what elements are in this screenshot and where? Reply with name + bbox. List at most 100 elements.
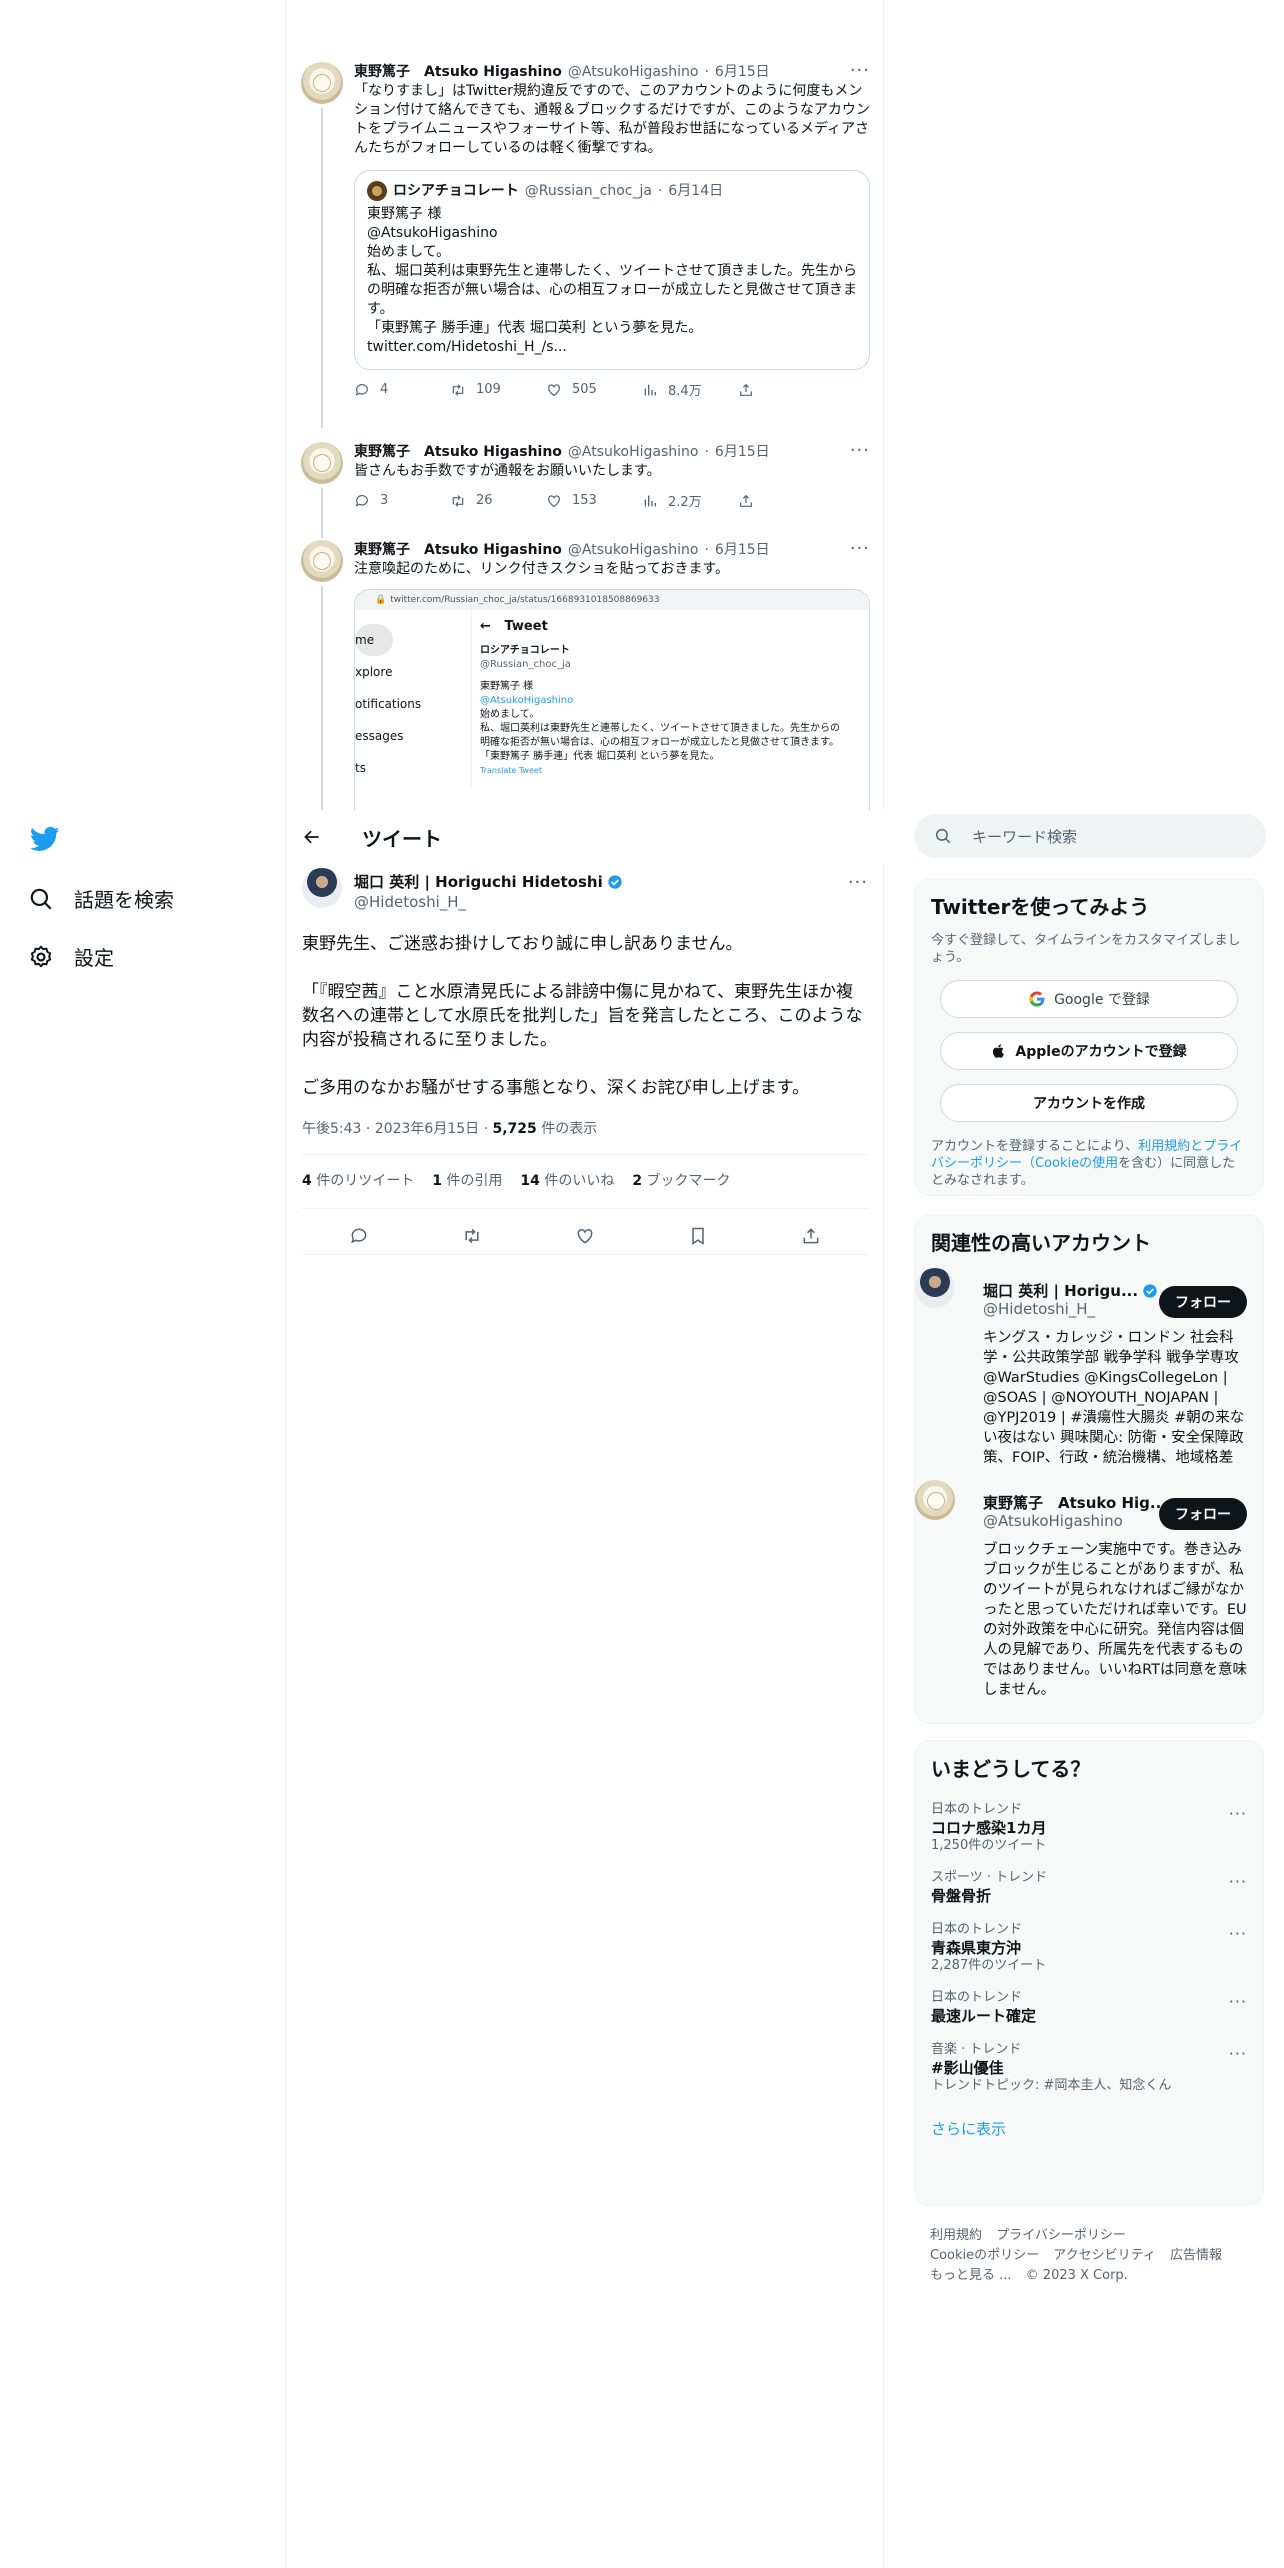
- focal-author-name[interactable]: 堀口 英利 | Horiguchi Hidetoshi: [354, 872, 623, 892]
- footer-copyright: © 2023 X Corp.: [1025, 2268, 1128, 2283]
- trend-count: トレンドトピック: #岡本圭人、知念くん: [931, 2078, 1172, 2093]
- twitter-logo-icon[interactable]: [28, 824, 62, 854]
- avatar[interactable]: [301, 442, 343, 484]
- quote-author-handle: @Russian_choc_ja: [524, 182, 652, 199]
- tweet-author-handle[interactable]: @AtsukoHigashino: [568, 62, 699, 82]
- trend-item[interactable]: 日本のトレンド コロナ感染1カ月 1,250件のツイート ···: [915, 1794, 1263, 1862]
- quote-line: @AtsukoHigashino: [367, 225, 498, 241]
- trend-item[interactable]: スポーツ · トレンド 骨盤骨折 ···: [915, 1862, 1263, 1914]
- tweet-author-handle[interactable]: @AtsukoHigashino: [568, 540, 699, 560]
- reply-button[interactable]: 3: [354, 491, 450, 510]
- account-handle[interactable]: @AtsukoHigashino: [983, 1512, 1123, 1530]
- quote-tweet[interactable]: ロシアチョコレート @Russian_choc_ja · 6月14日 東野篤子 …: [354, 170, 870, 370]
- tweet-author-name[interactable]: 東野篤子 Atsuko Higashino: [354, 62, 562, 82]
- trend-item[interactable]: 音楽 · トレンド #影山優佳 トレンドトピック: #岡本圭人、知念くん ···: [915, 2034, 1263, 2102]
- google-signup-button[interactable]: Google で登録: [940, 980, 1238, 1018]
- thread-tweet[interactable]: 東野篤子 Atsuko Higashino @AtsukoHigashino ·…: [301, 442, 871, 538]
- show-more-link[interactable]: さらに表示: [915, 2102, 1263, 2155]
- retweets-stat[interactable]: 4 件のリツイート: [302, 1170, 414, 1190]
- account-handle[interactable]: @Hidetoshi_H_: [983, 1300, 1095, 1318]
- account-name-text: 堀口 英利 | Horigu...: [983, 1282, 1139, 1300]
- more-icon[interactable]: ···: [850, 62, 870, 80]
- avatar[interactable]: [915, 1268, 955, 1308]
- focal-timestamp[interactable]: 午後5:43 · 2023年6月15日 · 5,725 件の表示: [302, 1118, 597, 1138]
- account-name[interactable]: 堀口 英利 | Horigu...: [983, 1280, 1158, 1301]
- footer-ads-link[interactable]: 広告情報: [1170, 2248, 1222, 2263]
- footer-accessibility-link[interactable]: アクセシビリティ: [1053, 2248, 1156, 2263]
- retweets-count: 4: [302, 1173, 312, 1189]
- tweet-date[interactable]: 6月15日: [715, 442, 770, 462]
- follow-button[interactable]: フォロー: [1159, 1498, 1247, 1530]
- trend-meta: 音楽 · トレンド: [931, 2042, 1022, 2057]
- quotes-label: 件の引用: [441, 1173, 503, 1189]
- retweet-button[interactable]: 109: [450, 380, 546, 399]
- focal-author-handle[interactable]: @Hidetoshi_H_: [354, 893, 466, 911]
- screenshot-url-bar: 🔒 twitter.com/Russian_choc_ja/status/166…: [355, 590, 869, 610]
- divider: [302, 1154, 868, 1155]
- views-count: 2.2万: [668, 495, 702, 510]
- share-button[interactable]: [738, 491, 834, 510]
- trend-item[interactable]: 日本のトレンド 最速ルート確定 ···: [915, 1982, 1263, 2034]
- more-icon[interactable]: ···: [848, 872, 868, 893]
- tweet-media-screenshot[interactable]: 🔒 twitter.com/Russian_choc_ja/status/166…: [354, 589, 870, 810]
- more-icon[interactable]: ···: [1229, 1804, 1247, 1823]
- tweet-author-name[interactable]: 東野篤子 Atsuko Higashino: [354, 540, 562, 560]
- retweet-count: 26: [476, 493, 493, 508]
- account-item[interactable]: 東野篤子 Atsuko Hig... @AtsukoHigashino フォロー…: [915, 1480, 1263, 1712]
- quote-link[interactable]: twitter.com/Hidetoshi_H_/s...: [367, 338, 857, 357]
- screenshot-tweet: ← Tweet ロシアチョコレート @Russian_choc_ja 東野篤子 …: [471, 610, 851, 788]
- account-item[interactable]: 堀口 英利 | Horigu... @Hidetoshi_H_ フォロー キング…: [915, 1268, 1263, 1480]
- retweet-button[interactable]: 26: [450, 491, 546, 510]
- footer-cookie-link[interactable]: Cookieのポリシー: [930, 2248, 1039, 2263]
- avatar[interactable]: [302, 868, 342, 908]
- follow-button[interactable]: フォロー: [1159, 1286, 1247, 1318]
- apple-signup-button[interactable]: Appleのアカウントで登録: [940, 1032, 1238, 1070]
- trend-item[interactable]: 日本のトレンド 青森県東方沖 2,287件のツイート ···: [915, 1914, 1263, 1982]
- more-icon[interactable]: ···: [1229, 1924, 1247, 1943]
- create-account-button[interactable]: アカウントを作成: [940, 1084, 1238, 1122]
- retweet-icon[interactable]: [462, 1226, 482, 1246]
- bookmarks-stat[interactable]: 2 ブックマーク: [632, 1170, 730, 1190]
- tweet-date[interactable]: 6月15日: [715, 62, 770, 82]
- tweet-actions: 3 26 153 2.2万: [354, 491, 870, 510]
- back-arrow-icon[interactable]: [302, 827, 322, 847]
- search-input[interactable]: キーワード検索: [914, 814, 1266, 858]
- account-name[interactable]: 東野篤子 Atsuko Hig...: [983, 1492, 1167, 1513]
- more-icon[interactable]: ···: [1229, 1992, 1247, 2011]
- thread-tweet[interactable]: 東野篤子 Atsuko Higashino @AtsukoHigashino ·…: [301, 540, 871, 810]
- heart-icon[interactable]: [575, 1226, 595, 1246]
- tweet-author-name[interactable]: 東野篤子 Atsuko Higashino: [354, 442, 562, 462]
- like-button[interactable]: 505: [546, 380, 642, 399]
- retweet-count: 109: [476, 382, 501, 397]
- avatar[interactable]: [301, 62, 343, 104]
- views-button[interactable]: 2.2万: [642, 491, 738, 510]
- engagement-stats: 4 件のリツイート 1 件の引用 14 件のいいね 2 ブックマーク: [302, 1170, 731, 1190]
- more-icon[interactable]: ···: [850, 540, 870, 558]
- more-icon[interactable]: ···: [850, 442, 870, 460]
- share-button[interactable]: [738, 380, 834, 399]
- reply-icon[interactable]: [349, 1226, 369, 1246]
- share-icon[interactable]: [801, 1226, 821, 1246]
- avatar[interactable]: [301, 540, 343, 582]
- footer-privacy-link[interactable]: プライバシーポリシー: [996, 2228, 1126, 2243]
- tweet-date[interactable]: 6月15日: [715, 540, 770, 560]
- quotes-stat[interactable]: 1 件の引用: [432, 1170, 502, 1190]
- more-icon[interactable]: ···: [1229, 2044, 1247, 2063]
- nav-settings[interactable]: 設定: [28, 942, 114, 971]
- nav-explore[interactable]: 話題を検索: [28, 884, 174, 913]
- thread-tweet[interactable]: 東野篤子 Atsuko Higashino @AtsukoHigashino ·…: [301, 62, 871, 430]
- more-icon[interactable]: ···: [1229, 1872, 1247, 1891]
- right-sidebar: キーワード検索 Twitterを使ってみよう 今すぐ登録して、タイムラインをカス…: [914, 0, 1266, 2568]
- heart-icon: [548, 383, 560, 396]
- views-button[interactable]: 8.4万: [642, 380, 738, 399]
- screenshot-nav-item: ts: [355, 761, 366, 775]
- tweet-author-handle[interactable]: @AtsukoHigashino: [568, 442, 699, 462]
- footer-more-link[interactable]: もっと見る ...: [930, 2268, 1012, 2283]
- footer-terms-link[interactable]: 利用規約: [930, 2228, 982, 2243]
- screenshot-nav-item: me: [355, 624, 393, 656]
- like-button[interactable]: 153: [546, 491, 642, 510]
- reply-button[interactable]: 4: [354, 380, 450, 399]
- likes-stat[interactable]: 14 件のいいね: [520, 1170, 614, 1190]
- bookmark-icon[interactable]: [688, 1226, 708, 1246]
- avatar[interactable]: [915, 1480, 955, 1520]
